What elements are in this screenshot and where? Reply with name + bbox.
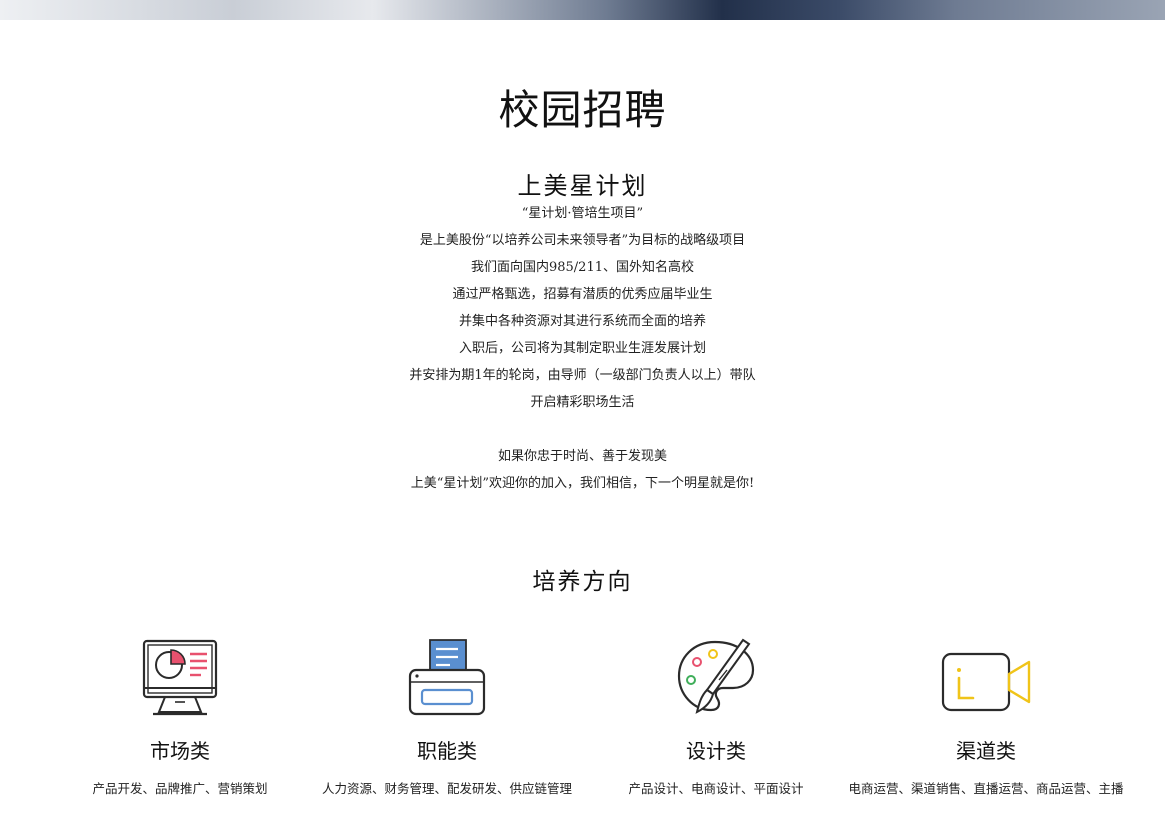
top-banner-image bbox=[0, 0, 1165, 20]
category-desc: 人力资源、财务管理、配发研发、供应链管理 bbox=[321, 781, 572, 796]
intro-line: 并集中各种资源对其进行系统而全面的培养 bbox=[458, 314, 706, 329]
palette-brush-icon bbox=[677, 638, 755, 714]
category-desc: 产品开发、品牌推广、营销策划 bbox=[92, 781, 268, 796]
intro-line: 开启精彩职场生活 bbox=[530, 395, 635, 410]
intro-line: 是上美股份“以培养公司未来领导者”为目标的战略级项目 bbox=[419, 233, 746, 248]
category-desc: 电商运营、渠道销售、直播运营、商品运营、主播 bbox=[848, 781, 1124, 796]
directions-title: 培养方向 bbox=[532, 569, 633, 595]
category-name: 设计类 bbox=[686, 739, 746, 763]
category-name: 市场类 bbox=[150, 739, 210, 763]
program-title: 上美星计划 bbox=[517, 172, 648, 200]
intro-spacer bbox=[0, 416, 1165, 443]
presentation-chart-icon bbox=[142, 639, 218, 716]
closing-line: 如果你忠于时尚、善于发现美 bbox=[497, 449, 667, 464]
intro-line: 我们面向国内985/211、国外知名高校 bbox=[470, 260, 694, 275]
intro-line: 并安排为期1年的轮岗，由导师（一级部门负责人以上）带队 bbox=[409, 368, 756, 383]
category-name: 渠道类 bbox=[956, 739, 1016, 763]
category-name: 职能类 bbox=[417, 739, 477, 763]
category-design[interactable]: 设计类 产品设计、电商设计、平面设计 bbox=[571, 632, 861, 797]
category-desc: 产品设计、电商设计、平面设计 bbox=[628, 781, 804, 796]
closing-line: 上美“星计划”欢迎你的加入，我们相信，下一个明星就是你! bbox=[410, 476, 755, 491]
video-camera-icon bbox=[941, 652, 1031, 712]
intro-line: 通过严格甄选，招募有潜质的优秀应届毕业生 bbox=[452, 287, 713, 302]
page-title: 校园招聘 bbox=[498, 86, 667, 134]
category-functional[interactable]: 职能类 人力资源、财务管理、配发研发、供应链管理 bbox=[302, 632, 592, 797]
intro-line: 入职后，公司将为其制定职业生涯发展计划 bbox=[458, 341, 706, 356]
intro-line: “星计划·管培生项目” bbox=[521, 206, 644, 221]
program-intro: “星计划·管培生项目” 是上美股份“以培养公司未来领导者”为目标的战略级项目 我… bbox=[0, 200, 1165, 497]
category-channel[interactable]: 渠道类 电商运营、渠道销售、直播运营、商品运营、主播 bbox=[841, 632, 1131, 797]
category-marketing[interactable]: 市场类 产品开发、品牌推广、营销策划 bbox=[35, 632, 325, 797]
printer-icon bbox=[408, 639, 486, 716]
